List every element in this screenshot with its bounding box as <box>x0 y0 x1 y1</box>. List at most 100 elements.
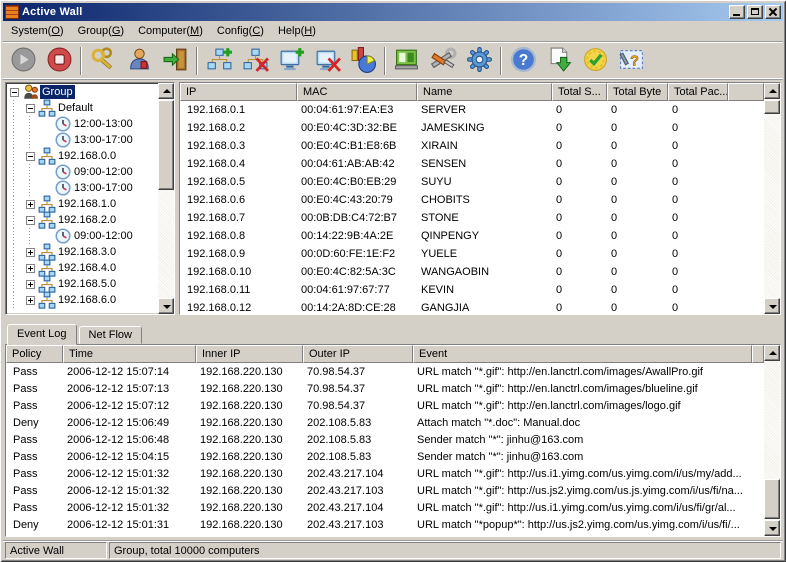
scroll-down-button[interactable] <box>764 298 780 314</box>
scroll-thumb[interactable] <box>764 100 780 114</box>
tree-item[interactable]: 192.168.5.0 <box>6 276 158 292</box>
column-header[interactable]: MAC <box>297 83 417 101</box>
performance-board-button[interactable] <box>389 44 425 78</box>
tools-button[interactable] <box>425 44 461 78</box>
event-row[interactable]: Pass2006-12-12 15:01:32192.168.220.13020… <box>6 499 764 516</box>
scroll-up-button[interactable] <box>764 345 780 361</box>
event-row[interactable]: Pass2006-12-12 15:01:32192.168.220.13020… <box>6 482 764 499</box>
column-header[interactable]: Total S... <box>552 83 607 101</box>
tree-expander-icon[interactable] <box>22 276 38 292</box>
event-row[interactable]: Pass2006-12-12 15:07:12192.168.220.13070… <box>6 397 764 414</box>
scroll-down-button[interactable] <box>764 520 780 536</box>
scroll-thumb[interactable] <box>158 100 174 190</box>
tree-expander-icon[interactable] <box>22 196 38 212</box>
tree-item[interactable]: 192.168.1.0 <box>6 196 158 212</box>
computer-row[interactable]: 192.168.0.1000:E0:4C:82:5A:3CWANGAOBIN00… <box>180 263 764 281</box>
tree-item[interactable]: 192.168.2.0 <box>6 212 158 228</box>
tree-expander-icon[interactable] <box>22 260 38 276</box>
computer-row[interactable]: 192.168.0.500:E0:4C:B0:EB:29SUYU000 <box>180 173 764 191</box>
register-check-button[interactable] <box>577 44 613 78</box>
tree-scrollbar[interactable] <box>158 83 174 314</box>
tree-item[interactable]: 13:00-17:00 <box>6 180 158 196</box>
events-scrollbar[interactable] <box>764 345 780 536</box>
scroll-down-button[interactable] <box>158 298 174 314</box>
context-help-button[interactable]: ? <box>613 44 649 78</box>
event-row[interactable]: Pass2006-12-12 15:06:48192.168.220.13020… <box>6 431 764 448</box>
computer-row[interactable]: 192.168.0.100:04:61:97:EA:E3SERVER000 <box>180 101 764 119</box>
operator-user-button[interactable] <box>121 44 157 78</box>
tree-item[interactable]: 192.168.6.0 <box>6 292 158 308</box>
tree-item[interactable]: 192.168.3.0 <box>6 244 158 260</box>
tree-item[interactable]: Default <box>6 100 158 116</box>
name-cell: QINPENGY <box>417 230 552 242</box>
password-keys-button[interactable] <box>85 44 121 78</box>
computer-row[interactable]: 192.168.0.1100:04:61:97:67:77KEVIN000 <box>180 281 764 299</box>
event-row[interactable]: Deny2006-12-12 15:01:31192.168.220.13020… <box>6 516 764 533</box>
tab-net-flow[interactable]: Net Flow <box>79 326 142 344</box>
tree-item[interactable]: 09:00-12:00 <box>6 164 158 180</box>
menu-system[interactable]: System(O) <box>4 23 71 39</box>
delete-computer-button[interactable] <box>309 44 345 78</box>
add-computer-button[interactable] <box>273 44 309 78</box>
tree-expander-icon[interactable] <box>22 212 38 228</box>
column-header[interactable]: IP <box>180 83 297 101</box>
column-header[interactable]: Policy <box>6 345 63 363</box>
scroll-up-button[interactable] <box>158 83 174 99</box>
computer-row[interactable]: 192.168.0.1200:14:2A:8D:CE:28GANGJIA000 <box>180 299 764 314</box>
tree-guide <box>22 132 38 148</box>
computer-row[interactable]: 192.168.0.900:0D:60:FE:1E:F2YUELE000 <box>180 245 764 263</box>
computer-row[interactable]: 192.168.0.400:04:61:AB:AB:42SENSEN000 <box>180 155 764 173</box>
tree-item[interactable]: 12:00-13:00 <box>6 116 158 132</box>
horizontal-splitter[interactable] <box>3 315 783 323</box>
tree-item[interactable]: 192.168.4.0 <box>6 260 158 276</box>
computer-row[interactable]: 192.168.0.200:E0:4C:3D:32:BEJAMESKING000 <box>180 119 764 137</box>
menu-group[interactable]: Group(G) <box>71 23 131 39</box>
exit-door-button[interactable] <box>157 44 193 78</box>
menu-help[interactable]: Help(H) <box>271 23 323 39</box>
computer-row[interactable]: 192.168.0.300:E0:4C:B1:E8:6BXIRAIN000 <box>180 137 764 155</box>
event-row[interactable]: Pass2006-12-12 15:04:15192.168.220.13020… <box>6 448 764 465</box>
menu-config[interactable]: Config(C) <box>210 23 271 39</box>
add-group-button[interactable] <box>201 44 237 78</box>
column-header[interactable]: Inner IP <box>196 345 303 363</box>
tree-item[interactable]: 09:00-12:00 <box>6 228 158 244</box>
minimize-button[interactable] <box>729 5 745 19</box>
computer-row[interactable]: 192.168.0.600:E0:4C:43:20:79CHOBITS000 <box>180 191 764 209</box>
scroll-thumb[interactable] <box>764 479 780 519</box>
event-row[interactable]: Pass2006-12-12 15:01:32192.168.220.13020… <box>6 465 764 482</box>
statistics-pie-button[interactable] <box>345 44 381 78</box>
tree-item[interactable]: Group <box>6 84 158 100</box>
update-download-button[interactable] <box>541 44 577 78</box>
event-row[interactable]: Pass2006-12-12 15:07:14192.168.220.13070… <box>6 363 764 380</box>
tab-event-log[interactable]: Event Log <box>7 324 77 345</box>
help-button[interactable]: ? <box>505 44 541 78</box>
computers-scrollbar[interactable] <box>764 83 780 314</box>
column-header[interactable]: Name <box>417 83 552 101</box>
stop-button[interactable] <box>41 44 77 78</box>
tree-expander-icon[interactable] <box>22 148 38 164</box>
start-button[interactable] <box>5 44 41 78</box>
settings-gear-button[interactable] <box>461 44 497 78</box>
title-bar[interactable]: Active Wall <box>3 3 783 21</box>
tree-expander-icon[interactable] <box>6 84 22 100</box>
tree-expander-icon[interactable] <box>22 244 38 260</box>
menu-computer[interactable]: Computer(M) <box>131 23 210 39</box>
computer-row[interactable]: 192.168.0.800:14:22:9B:4A:2EQINPENGY000 <box>180 227 764 245</box>
event-row[interactable]: Pass2006-12-12 15:07:13192.168.220.13070… <box>6 380 764 397</box>
column-header[interactable]: Time <box>63 345 196 363</box>
tree-expander-icon[interactable] <box>22 292 38 308</box>
close-button[interactable] <box>765 5 781 19</box>
tree-item[interactable]: 192.168.0.0 <box>6 148 158 164</box>
column-header[interactable]: Total Pac... <box>668 83 728 101</box>
computer-row[interactable]: 192.168.0.700:0B:DB:C4:72:B7STONE000 <box>180 209 764 227</box>
tree-item[interactable]: 13:00-17:00 <box>6 132 158 148</box>
tree-expander-icon[interactable] <box>22 100 38 116</box>
tab-bar: Event LogNet Flow <box>3 323 783 344</box>
column-header[interactable]: Total Byte <box>607 83 668 101</box>
event-row[interactable]: Deny2006-12-12 15:06:49192.168.220.13020… <box>6 414 764 431</box>
scroll-up-button[interactable] <box>764 83 780 99</box>
maximize-button[interactable] <box>747 5 763 19</box>
column-header[interactable]: Event <box>413 345 752 363</box>
delete-group-button[interactable] <box>237 44 273 78</box>
column-header[interactable]: Outer IP <box>303 345 413 363</box>
